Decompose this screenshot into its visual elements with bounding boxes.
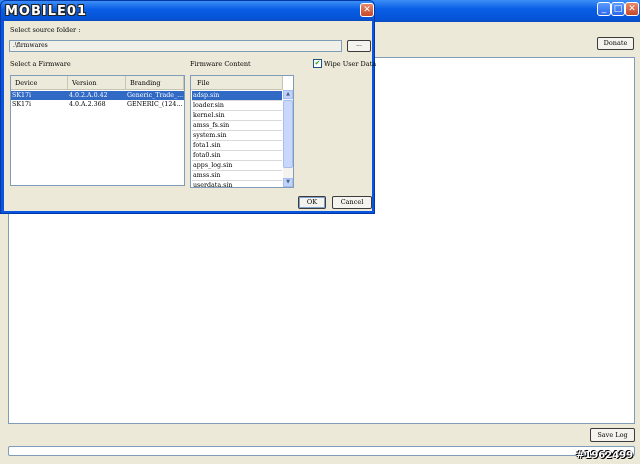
firmware-table-header: Device Version Branding	[11, 76, 184, 90]
scroll-down-icon[interactable]: ▼	[283, 178, 293, 187]
browse-button[interactable]: ...	[347, 40, 371, 52]
table-row[interactable]: SK17i 4.0.2.A.0.42 Generic_Trade_...	[11, 91, 184, 100]
cell-device: SK17i	[12, 92, 32, 99]
dialog-body: Select source folder : .\firmwares ... S…	[4, 21, 376, 211]
source-folder-label: Select source folder :	[10, 26, 81, 34]
cell-version: 4.0.A.2.368	[69, 101, 106, 108]
list-item[interactable]: amss_fs.sin	[192, 121, 282, 131]
scroll-thumb[interactable]	[283, 100, 293, 168]
cell-branding: Generic_Trade_...	[127, 92, 184, 99]
watermark-number: #1962499	[576, 450, 634, 461]
firmware-table[interactable]: Device Version Branding SK17i 4.0.2.A.0.…	[10, 75, 185, 186]
flash-dialog: MOBILE01 ✕ Select source folder : .\firm…	[0, 0, 376, 214]
column-header-device[interactable]: Device	[11, 76, 68, 90]
mobile01-logo: MOBILE01	[5, 4, 87, 19]
list-item[interactable]: apps_log.sin	[192, 161, 282, 171]
select-firmware-label: Select a Firmware	[10, 60, 71, 68]
list-item[interactable]: amss.sin	[192, 171, 282, 181]
column-header-file[interactable]: File	[191, 76, 283, 90]
dialog-close-button[interactable]: ✕	[360, 3, 374, 17]
maximize-button[interactable]: □	[611, 2, 625, 16]
content-list-scrollbar[interactable]: ▲ ▼	[283, 90, 293, 187]
ok-button[interactable]: OK	[298, 196, 326, 209]
firmware-content-label: Firmware Content	[190, 60, 251, 68]
cell-branding: GENERIC_(124...	[127, 101, 183, 108]
content-list-header: File	[191, 76, 283, 90]
save-log-button[interactable]: Save Log	[590, 428, 635, 442]
column-header-branding[interactable]: Branding	[126, 76, 184, 90]
wipe-user-data-label: Wipe User Data	[324, 60, 377, 68]
wipe-user-data-checkbox[interactable]: ✔	[313, 59, 322, 68]
firmware-content-list[interactable]: File adsp.sin loader.sin kernel.sin amss…	[190, 75, 294, 188]
list-item[interactable]: loader.sin	[192, 101, 282, 111]
donate-button[interactable]: Donate	[597, 37, 634, 50]
cell-version: 4.0.2.A.0.42	[69, 92, 108, 99]
dialog-titlebar: MOBILE01 ✕	[1, 1, 374, 21]
list-item[interactable]: adsp.sin	[192, 91, 282, 101]
list-item[interactable]: userdata.sin	[192, 181, 282, 187]
close-button[interactable]: ✕	[625, 2, 639, 16]
list-item[interactable]: kernel.sin	[192, 111, 282, 121]
list-item[interactable]: fota1.sin	[192, 141, 282, 151]
column-header-version[interactable]: Version	[68, 76, 126, 90]
progress-bar	[8, 446, 635, 456]
cell-device: SK17i	[12, 101, 32, 108]
list-item[interactable]: fota0.sin	[192, 151, 282, 161]
scroll-up-icon[interactable]: ▲	[283, 90, 293, 99]
cancel-button[interactable]: Cancel	[332, 196, 372, 209]
table-row[interactable]: SK17i 4.0.A.2.368 GENERIC_(124...	[11, 100, 184, 109]
minimize-button[interactable]: _	[597, 2, 611, 16]
source-folder-input[interactable]: .\firmwares	[9, 40, 342, 52]
list-item[interactable]: system.sin	[192, 131, 282, 141]
